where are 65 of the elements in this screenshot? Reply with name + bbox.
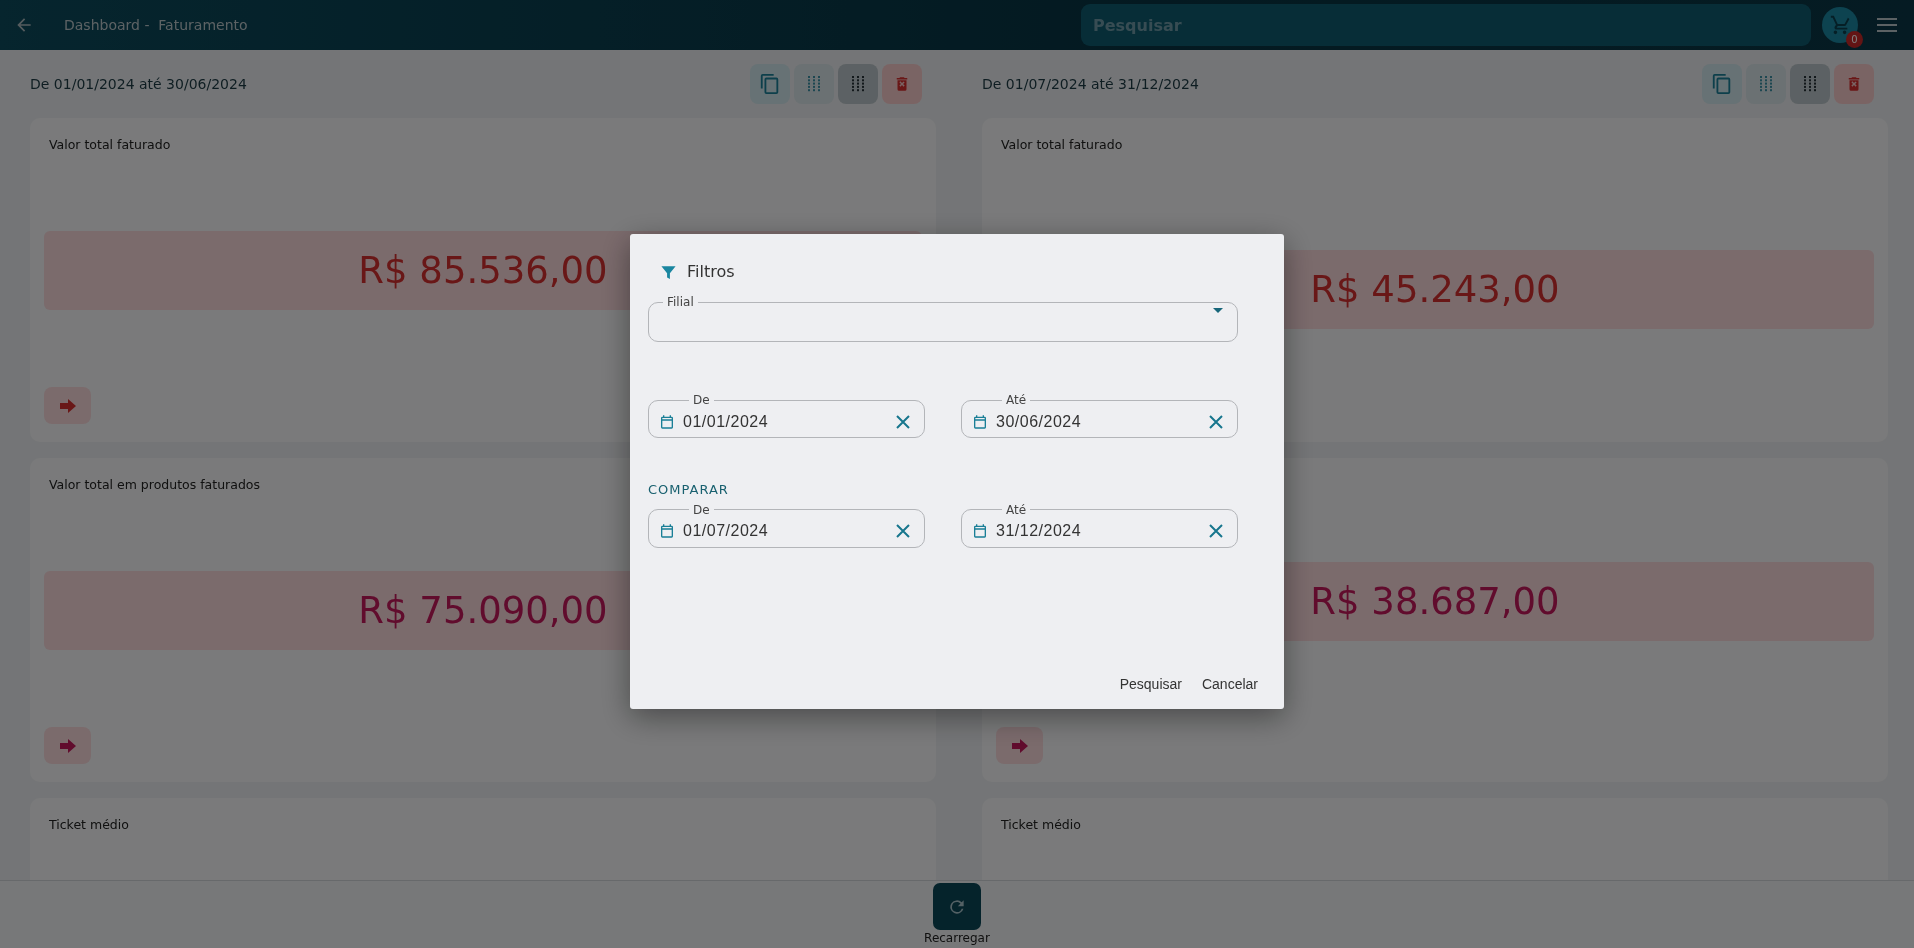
field-label: De (692, 394, 711, 406)
clear-icon[interactable] (896, 414, 910, 429)
card-title: Ticket médio (1001, 816, 1081, 834)
reload-button[interactable] (933, 883, 981, 930)
dialog-button[interactable]: Cancelar (1193, 670, 1266, 699)
caret-icon (1213, 308, 1223, 313)
delete-button[interactable] (882, 64, 922, 104)
grid-button[interactable] (794, 64, 834, 104)
cart-button[interactable] (1822, 7, 1858, 43)
date-field[interactable]: De 01/01/2024 (648, 394, 925, 438)
arrow-icon (59, 398, 76, 413)
period-label: De 01/01/2024 até 30/06/2024 (30, 74, 247, 94)
date-input[interactable]: 30/06/2024 (988, 409, 1209, 434)
copy-icon (759, 73, 781, 95)
calendar-icon[interactable] (659, 413, 675, 430)
calendar-icon[interactable] (659, 523, 675, 539)
copy-icon (1711, 73, 1733, 95)
grid-button[interactable] (838, 64, 878, 104)
card-title: Valor total em produtos faturados (49, 476, 260, 494)
card-title: Valor total faturado (1001, 136, 1123, 154)
details-button[interactable] (996, 727, 1043, 764)
cart-icon (1829, 14, 1851, 36)
date-input[interactable]: 01/07/2024 (675, 519, 896, 543)
grid-icon (1759, 76, 1773, 92)
grid-icon (851, 76, 865, 92)
date-field[interactable]: Até 30/06/2024 (961, 394, 1238, 438)
grid-icon (1803, 76, 1817, 92)
grid-button[interactable] (1790, 64, 1830, 104)
cart-count-badge: 0 (1846, 31, 1863, 48)
amount-value: R$ 45.243,00 (1310, 266, 1560, 313)
page-title: Dashboard - Faturamento (64, 15, 248, 35)
copy-button[interactable] (750, 64, 790, 104)
amount-value: R$ 75.090,00 (358, 588, 608, 635)
card-title: Valor total faturado (49, 136, 171, 154)
details-button[interactable] (44, 727, 91, 764)
calendar-icon[interactable] (972, 413, 988, 430)
calendar-icon[interactable] (972, 523, 988, 539)
date-field[interactable]: De 01/07/2024 (648, 503, 925, 548)
filter-icon (660, 263, 677, 281)
arrow-icon (59, 738, 76, 753)
grid-button[interactable] (1746, 64, 1786, 104)
menu-icon[interactable] (1876, 17, 1898, 33)
period-label: De 01/07/2024 até 31/12/2024 (982, 74, 1199, 94)
field-label: De (692, 503, 711, 516)
field-label: Até (1005, 503, 1028, 516)
field-label: Até (1005, 394, 1028, 406)
copy-button[interactable] (1702, 64, 1742, 104)
dialog-title: Filtros (687, 261, 735, 283)
delete-button[interactable] (1834, 64, 1874, 104)
card-title: Ticket médio (49, 816, 129, 834)
reload-label: Recarregar (924, 930, 990, 946)
amount-value: R$ 85.536,00 (358, 248, 608, 295)
select-field[interactable]: Filial (648, 296, 1238, 342)
dialog-button[interactable]: Pesquisar (1111, 670, 1190, 699)
date-input[interactable]: 31/12/2024 (988, 519, 1209, 543)
date-input[interactable]: 01/01/2024 (675, 409, 896, 434)
grid-icon (807, 76, 821, 92)
amount-value: R$ 38.687,00 (1310, 578, 1560, 625)
date-field[interactable]: Até 31/12/2024 (961, 503, 1238, 548)
arrow-icon (1011, 738, 1028, 753)
clear-icon[interactable] (896, 524, 910, 538)
details-button[interactable] (44, 387, 91, 424)
section-heading: COMPARAR (648, 481, 730, 499)
clear-icon[interactable] (1209, 524, 1223, 538)
clear-icon[interactable] (1209, 414, 1223, 429)
